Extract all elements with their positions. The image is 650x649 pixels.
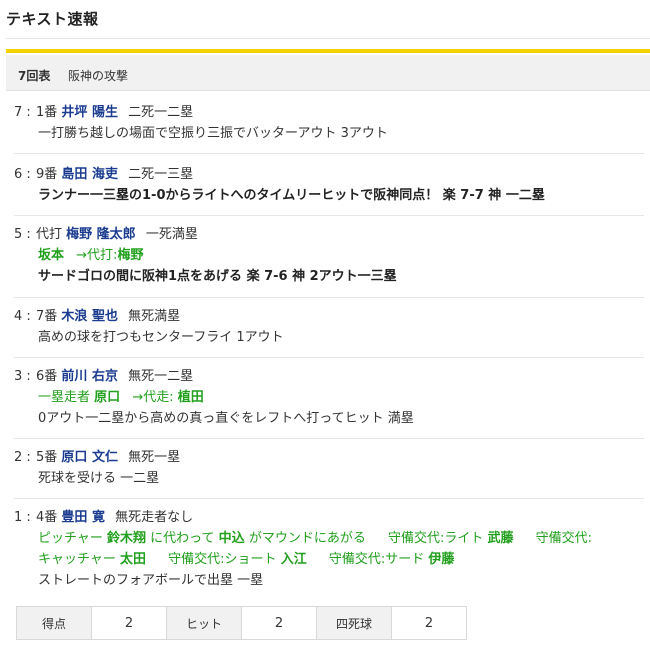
sub-prefix: 一塁走者 (38, 390, 91, 405)
change-text: に代わって (150, 531, 215, 546)
inning-number: 7回表 (18, 69, 51, 83)
play-result: サードゴロの間に阪神1点をあげる 楽 7-6 神 2アウト一三塁 (38, 269, 397, 284)
change-text: がマウンドにあがる (248, 531, 366, 546)
change-text: 守備交代:ショート (168, 552, 277, 567)
stat-label-runs: 得点 (16, 606, 92, 640)
play-number: 4 : (14, 309, 31, 324)
batting-order: 4番 (36, 510, 58, 525)
play-result: 一打勝ち越しの場面で空振り三振でバッターアウト 3アウト (38, 126, 388, 141)
batter-name[interactable]: 梅野 隆太郎 (66, 227, 136, 242)
change-player[interactable]: 伊藤 (428, 552, 454, 567)
batter-name[interactable]: 豊田 寛 (61, 510, 105, 525)
play-item: 5 : 代打 梅野 隆太郎 一死満塁 坂本 →代打:梅野 サードゴロの間に阪神1点… (14, 224, 642, 287)
play-result: 0アウト一二塁から高めの真っ直ぐをレフトへ打ってヒット 満塁 (38, 411, 414, 426)
accent-bar (6, 49, 650, 53)
batting-order: 9番 (36, 167, 58, 182)
batter-name[interactable]: 前川 右京 (61, 369, 118, 384)
sub-from-player[interactable]: 原口 (94, 390, 120, 405)
substitution-line: 坂本 →代打:梅野 (14, 245, 642, 266)
play-item: 3 : 6番 前川 右京 無死一二塁 一塁走者 原口 →代走: 植田 0アウト一二… (14, 366, 642, 429)
change-player[interactable]: 武藤 (488, 531, 514, 546)
play-item: 7 : 1番 井坪 陽生 二死一二塁 一打勝ち越しの場面で空振り三振でバッターアウ… (14, 102, 642, 144)
change-text: 守備交代:サード (328, 552, 425, 567)
divider (14, 215, 644, 216)
play-item: 2 : 5番 原口 文仁 無死一塁 死球を受ける 一二塁 (14, 447, 642, 489)
batter-name[interactable]: 原口 文仁 (61, 450, 118, 465)
divider (14, 498, 644, 499)
inning-header: 7回表 阪神の攻撃 (6, 55, 650, 91)
play-number: 5 : (14, 227, 31, 242)
inning-stats-table: 得点 2 ヒット 2 四死球 2 (16, 606, 467, 640)
play-item: 1 : 4番 豊田 寛 無死走者なし ピッチャー 鈴木翔 に代わって 中込 がマウ… (14, 507, 642, 591)
sub-arrow: →代走: (132, 390, 174, 405)
sub-from-player[interactable]: 坂本 (38, 248, 64, 263)
change-player[interactable]: 鈴木翔 (107, 531, 146, 546)
text-live-panel: テキスト速報 7回表 阪神の攻撃 7 : 1番 井坪 陽生 二死一二塁 一打勝ち越… (0, 0, 650, 649)
substitution-line: 一塁走者 原口 →代走: 植田 (14, 387, 642, 408)
play-result: ストレートのフォアボールで出塁 一塁 (38, 573, 264, 588)
situation: 無死満塁 (128, 309, 181, 324)
inning-description: 阪神の攻撃 (68, 69, 129, 83)
change-text: ピッチャー (38, 531, 103, 546)
divider (14, 357, 644, 358)
batting-order: 7番 (36, 309, 58, 324)
defensive-changes-line: キャッチャー 太田 守備交代:ショート 入江 守備交代:サード 伊藤 (14, 549, 642, 570)
situation: 二死一二塁 (128, 105, 194, 120)
change-player[interactable]: 太田 (120, 552, 146, 567)
situation: 一死満塁 (145, 227, 198, 242)
change-text: 守備交代:ライト (387, 531, 484, 546)
batting-order: 代打 (36, 227, 63, 242)
play-number: 3 : (14, 369, 31, 384)
situation: 二死一三塁 (128, 167, 194, 182)
play-result: 死球を受ける 一二塁 (38, 471, 160, 486)
divider (14, 153, 644, 154)
page-title: テキスト速報 (6, 10, 99, 28)
batting-order: 6番 (36, 369, 58, 384)
title-divider (6, 38, 650, 39)
situation: 無死一塁 (128, 450, 181, 465)
stat-value-hits: 2 (241, 606, 317, 640)
play-item: 6 : 9番 島田 海吏 二死一三塁 ランナー一三塁の1-0からライトへのタイムリ… (14, 164, 642, 206)
stat-label-hits: ヒット (166, 606, 242, 640)
batting-order: 5番 (36, 450, 58, 465)
batter-name[interactable]: 島田 海吏 (61, 167, 118, 182)
sub-arrow: →代打: (76, 248, 118, 263)
batting-order: 1番 (36, 105, 58, 120)
play-number: 2 : (14, 450, 31, 465)
stats-row: 得点 2 ヒット 2 四死球 2 (16, 606, 467, 640)
play-number: 6 : (14, 167, 31, 182)
divider (14, 297, 644, 298)
batter-name[interactable]: 木浪 聖也 (61, 309, 118, 324)
change-player[interactable]: 中込 (219, 531, 245, 546)
situation: 無死走者なし (115, 510, 194, 525)
divider (14, 438, 644, 439)
stat-value-walks: 2 (391, 606, 467, 640)
change-player[interactable]: 入江 (281, 552, 307, 567)
batter-name[interactable]: 井坪 陽生 (61, 105, 118, 120)
play-result: 高めの球を打つもセンターフライ 1アウト (38, 330, 284, 345)
change-text: キャッチャー (38, 552, 116, 567)
defensive-changes-line: ピッチャー 鈴木翔 に代わって 中込 がマウンドにあがる 守備交代:ライト 武藤… (14, 528, 642, 549)
play-item: 4 : 7番 木浪 聖也 無死満塁 高めの球を打つもセンターフライ 1アウト (14, 306, 642, 348)
sub-to-player[interactable]: 植田 (178, 390, 204, 405)
change-text: 守備交代: (535, 531, 593, 546)
play-result: ランナー一三塁の1-0からライトへのタイムリーヒットで阪神同点！ 楽 7-7 神… (38, 188, 545, 203)
sub-to-player[interactable]: 梅野 (117, 248, 143, 263)
stat-label-walks: 四死球 (316, 606, 392, 640)
play-number: 1 : (14, 510, 31, 525)
play-number: 7 : (14, 105, 31, 120)
situation: 無死一二塁 (128, 369, 194, 384)
stat-value-runs: 2 (91, 606, 167, 640)
